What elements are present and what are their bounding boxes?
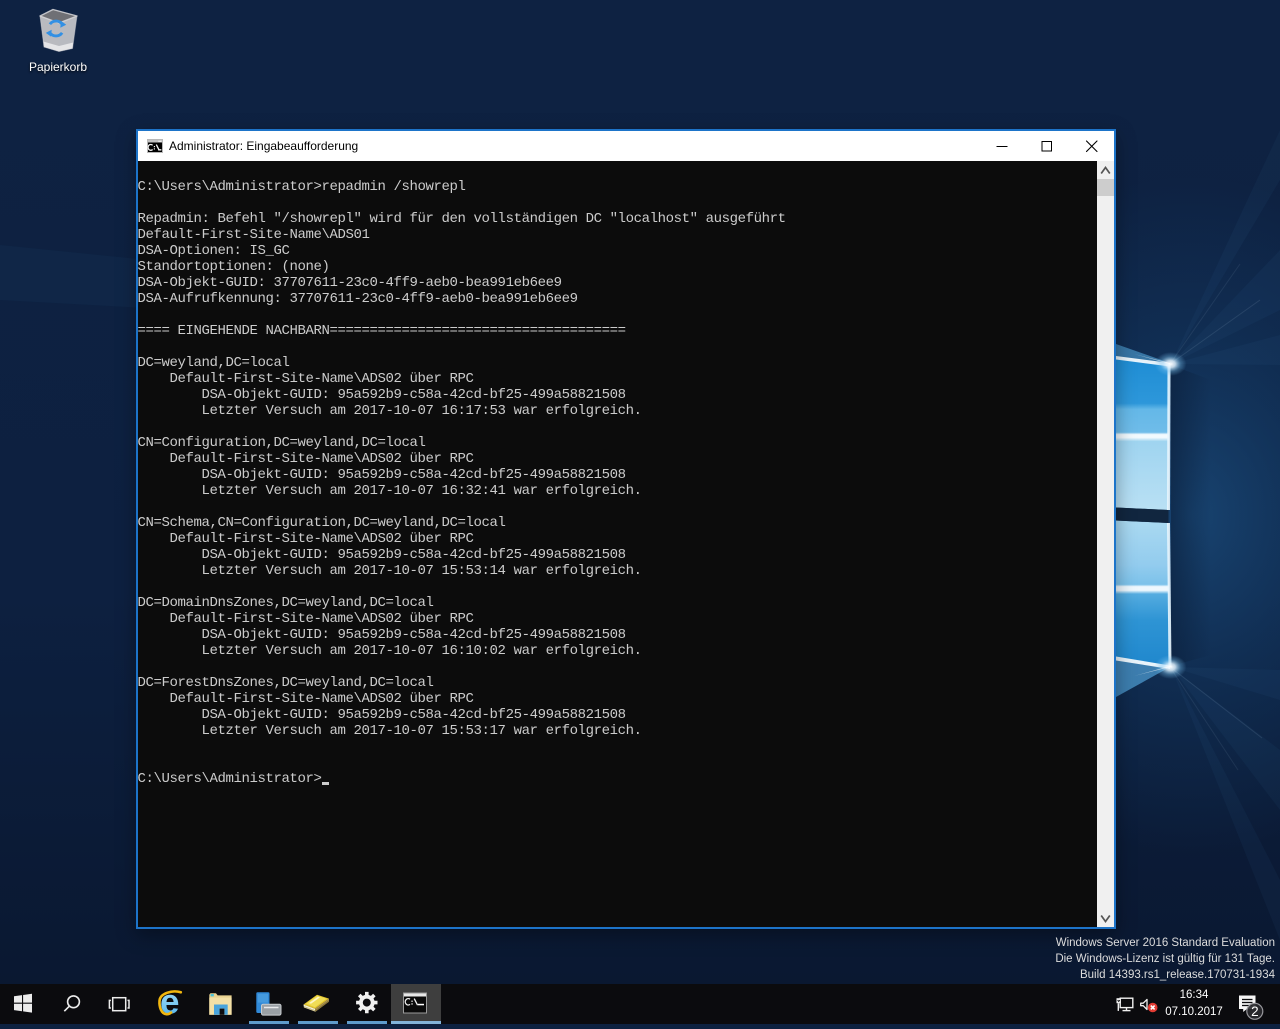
svg-text:16:34: 16:34 <box>1180 989 1209 1001</box>
svg-text:e: e <box>160 984 179 1022</box>
svg-text:2: 2 <box>1251 1004 1259 1019</box>
svg-text:07.10.2017: 07.10.2017 <box>1165 1006 1223 1018</box>
